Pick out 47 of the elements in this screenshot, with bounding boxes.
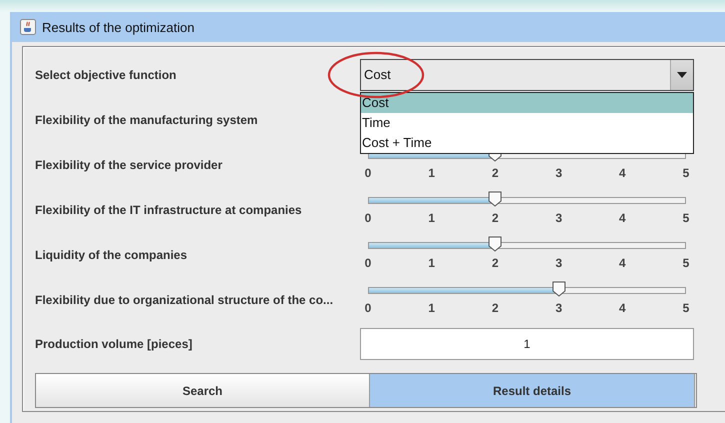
slider-label: Flexibility of the IT infrastructure at companies bbox=[35, 202, 303, 216]
coffee-cup-icon bbox=[20, 19, 36, 35]
tick-label: 0 bbox=[364, 256, 372, 270]
tick-label: 1 bbox=[428, 166, 435, 180]
dropdown-option[interactable]: Cost bbox=[361, 92, 693, 112]
slider-thumb[interactable] bbox=[488, 191, 502, 207]
tick-label: 3 bbox=[555, 211, 562, 225]
tick-label: 0 bbox=[364, 211, 372, 225]
tick-label: 5 bbox=[682, 166, 690, 180]
tick-label: 1 bbox=[428, 256, 435, 270]
field-label: Production volume [pieces] bbox=[35, 337, 194, 351]
tick-label: 5 bbox=[682, 301, 690, 315]
dropdown-option[interactable]: Time bbox=[361, 112, 693, 132]
field-label: Select objective function bbox=[35, 68, 178, 82]
tick-label: 4 bbox=[619, 256, 626, 270]
slider-thumb[interactable] bbox=[552, 281, 566, 297]
tick-label: 2 bbox=[492, 211, 499, 225]
action-button[interactable]: Search bbox=[36, 374, 370, 407]
action-button[interactable]: Result details bbox=[370, 374, 695, 407]
tick-label: 3 bbox=[555, 301, 562, 315]
slider-label: Flexibility of the manufacturing system bbox=[35, 112, 259, 126]
slider-label: Flexibility due to organizational structure of the co... bbox=[35, 292, 334, 306]
slider-label: Flexibility of the service provider bbox=[35, 158, 224, 172]
tick-label: 0 bbox=[364, 166, 372, 180]
tick-label: 1 bbox=[428, 211, 435, 225]
dropdown-option[interactable]: Cost + Time bbox=[361, 132, 693, 152]
slider-track[interactable] bbox=[368, 287, 686, 294]
slider-label: Liquidity of the companies bbox=[35, 248, 188, 262]
slider-track[interactable] bbox=[368, 197, 686, 204]
tick-label: 2 bbox=[492, 301, 499, 315]
tick-label: 5 bbox=[682, 211, 690, 225]
tick-label: 2 bbox=[492, 166, 499, 180]
tick-label: 4 bbox=[619, 301, 626, 315]
caret-down-icon bbox=[677, 72, 687, 78]
tick-label: 3 bbox=[555, 256, 562, 270]
slider-thumb[interactable] bbox=[488, 236, 502, 252]
tick-label: 2 bbox=[492, 256, 499, 270]
production-volume-field[interactable]: 1 bbox=[360, 328, 694, 360]
objective-dropdown[interactable]: Cost bbox=[360, 58, 694, 90]
slider-track[interactable] bbox=[368, 242, 686, 249]
tick-label: 4 bbox=[619, 166, 626, 180]
window-title: Results of the optimization bbox=[42, 20, 194, 34]
tick-label: 1 bbox=[428, 301, 435, 315]
tick-label: 0 bbox=[364, 301, 372, 315]
tick-label: 5 bbox=[682, 256, 690, 270]
tick-label: 4 bbox=[619, 211, 626, 225]
tick-label: 3 bbox=[555, 166, 562, 180]
